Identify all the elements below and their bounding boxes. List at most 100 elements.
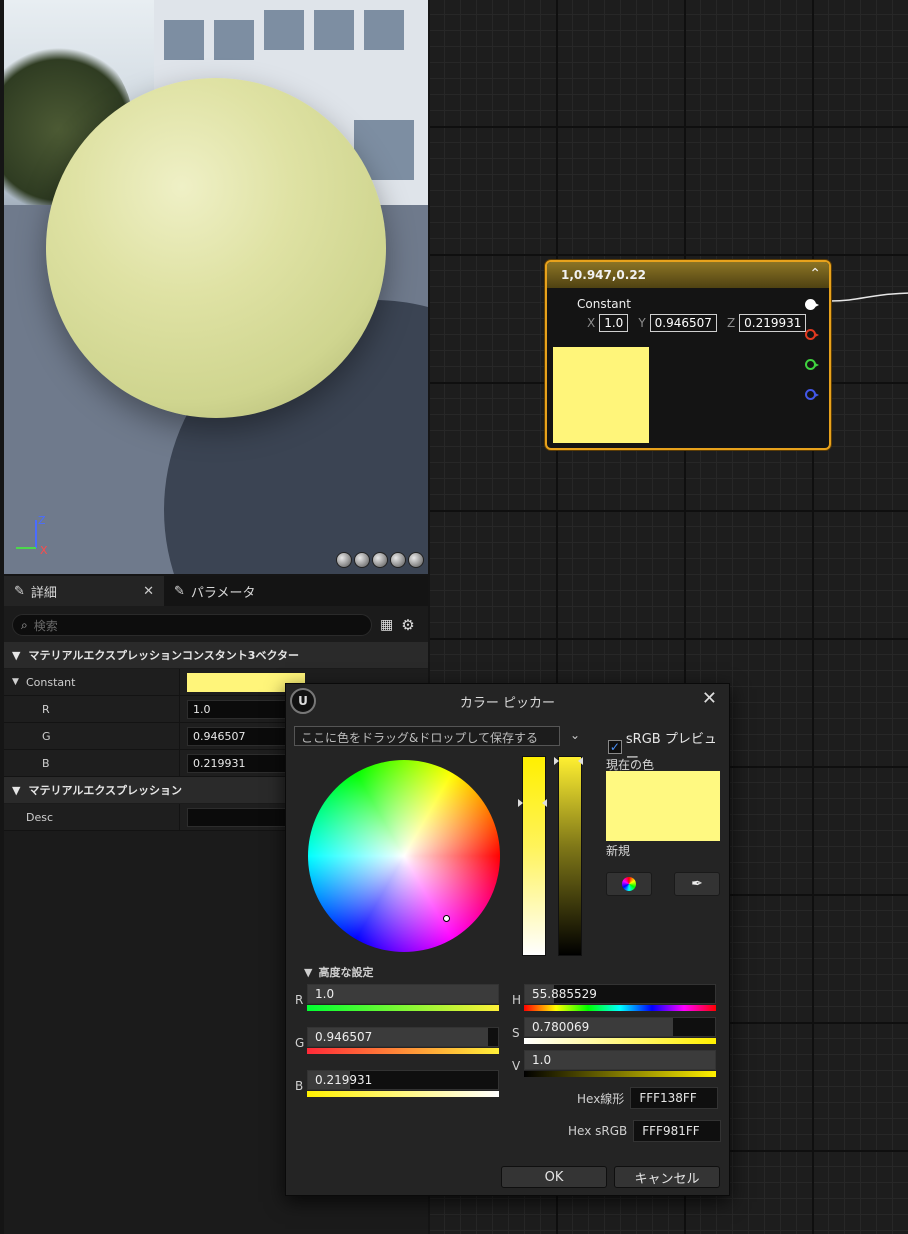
- details-tabs: ✎ 詳細 ✕ ✎ パラメータ: [4, 576, 428, 606]
- v-slider-gradient: [524, 1071, 716, 1077]
- value-marker-right[interactable]: [578, 757, 583, 765]
- r-slider-gradient: [307, 1005, 499, 1011]
- h-slider-value: 55.885529: [532, 987, 597, 1001]
- pencil-icon: ✎: [14, 583, 25, 599]
- v-slider-fill: [525, 1051, 715, 1069]
- g-slider-label: G: [295, 1036, 305, 1050]
- node-xyz-values: X 1.0 Y 0.946507 Z 0.219931: [587, 314, 812, 332]
- s-slider[interactable]: S 0.780069: [512, 1017, 716, 1045]
- node-color-preview: [553, 347, 649, 443]
- tab-parameters-label: パラメータ: [190, 585, 256, 601]
- tab-parameters[interactable]: ✎ パラメータ: [164, 576, 324, 606]
- z-value[interactable]: 0.219931: [739, 314, 807, 332]
- s-slider-field[interactable]: 0.780069: [524, 1017, 716, 1037]
- b-label: B: [42, 757, 50, 770]
- pencil-icon: ✎: [174, 583, 185, 599]
- checkbox-check-icon[interactable]: ✓: [608, 740, 622, 754]
- saturation-marker-left[interactable]: [518, 799, 523, 807]
- chevron-down-icon: ▼: [12, 783, 21, 797]
- value-marker-left[interactable]: [554, 757, 559, 765]
- b-slider-field[interactable]: 0.219931: [307, 1070, 499, 1090]
- preview-viewport[interactable]: Z X: [4, 0, 428, 574]
- chevron-down-icon: ▼: [304, 965, 313, 979]
- desc-field[interactable]: [187, 808, 287, 827]
- r-value-field[interactable]: 1.0: [187, 700, 287, 719]
- preview-sphere: [46, 78, 386, 418]
- b-pin[interactable]: [805, 389, 819, 400]
- collapse-icon[interactable]: ⌃: [809, 266, 821, 282]
- saturation-marker-right[interactable]: [542, 799, 547, 807]
- g-pin[interactable]: [805, 359, 819, 370]
- cylinder-icon[interactable]: [336, 552, 352, 568]
- advanced-settings-toggle[interactable]: ▼ 高度な設定: [304, 964, 373, 980]
- r-slider-value: 1.0: [315, 987, 335, 1001]
- current-color-swatch: [606, 771, 720, 841]
- teapot-icon[interactable]: [408, 552, 424, 568]
- hex-srgb-field[interactable]: FFF981FF: [633, 1120, 722, 1142]
- color-picker-dialog: U カラー ピッカー ✕ ここに色をドラッグ&ドロップして保存する ⌄ ✓ sR…: [285, 683, 730, 1196]
- s-slider-gradient: [524, 1038, 716, 1044]
- v-slider-label: V: [512, 1059, 521, 1073]
- table-view-icon[interactable]: ▦: [380, 617, 393, 633]
- plane-icon[interactable]: [372, 552, 388, 568]
- desc-label: Desc: [26, 811, 54, 824]
- b-slider[interactable]: B 0.219931: [295, 1070, 499, 1098]
- r-slider-label: R: [295, 993, 304, 1007]
- chevron-down-icon: ▼: [12, 648, 21, 662]
- preview-shape-buttons: [336, 552, 424, 568]
- cancel-button[interactable]: キャンセル: [614, 1166, 720, 1188]
- s-slider-label: S: [512, 1026, 520, 1040]
- section-constant3vector[interactable]: ▼ マテリアルエクスプレッションコンスタント3ベクター: [4, 642, 428, 668]
- hex-linear-row: Hex線形 FFF138FF: [577, 1087, 719, 1109]
- chevron-down-icon[interactable]: ⌄: [570, 728, 580, 742]
- saturation-bar[interactable]: [522, 756, 546, 956]
- color-wheel-icon: [622, 877, 636, 891]
- y-label: Y: [638, 316, 646, 330]
- ok-button[interactable]: OK: [501, 1166, 607, 1188]
- hex-srgb-row: Hex sRGB FFF981FF: [568, 1120, 722, 1142]
- axis-gizmo-icon: Z X: [16, 514, 48, 557]
- constant3vector-node[interactable]: 1,0.947,0.22 ⌃ Constant X 1.0 Y 0.946507…: [545, 260, 831, 450]
- v-slider-value: 1.0: [532, 1053, 552, 1067]
- color-wheel-cursor[interactable]: [443, 915, 450, 922]
- value-bar[interactable]: [558, 756, 582, 956]
- new-color-label: 新規: [606, 844, 631, 858]
- x-value[interactable]: 1.0: [599, 314, 629, 332]
- g-slider-field[interactable]: 0.946507: [307, 1027, 499, 1047]
- close-icon[interactable]: ✕: [702, 688, 717, 709]
- color-picker-title: カラー ピッカー: [459, 695, 556, 711]
- eyedropper-icon: ✒: [691, 876, 703, 892]
- h-slider-gradient: [524, 1005, 716, 1011]
- close-icon[interactable]: ✕: [143, 584, 154, 599]
- color-wheel[interactable]: [308, 760, 500, 952]
- gear-icon[interactable]: ⚙: [401, 616, 414, 634]
- output-pin[interactable]: [805, 299, 819, 310]
- chevron-down-icon[interactable]: ▼: [12, 677, 19, 687]
- section-material-expression-title: マテリアルエクスプレッション: [28, 784, 183, 797]
- g-value-field[interactable]: 0.946507: [187, 727, 287, 746]
- advanced-settings-label: 高度な設定: [318, 966, 374, 979]
- cube-icon[interactable]: [390, 552, 406, 568]
- h-slider[interactable]: H 55.885529: [512, 984, 716, 1012]
- eyedropper-button[interactable]: ✒: [674, 872, 720, 896]
- h-slider-label: H: [512, 993, 522, 1007]
- hex-linear-field[interactable]: FFF138FF: [630, 1087, 719, 1109]
- g-slider-value: 0.946507: [315, 1030, 373, 1044]
- y-value[interactable]: 0.946507: [649, 314, 717, 332]
- r-slider-field[interactable]: 1.0: [307, 984, 499, 1004]
- b-value-field[interactable]: 0.219931: [187, 754, 287, 773]
- svg-text:Z: Z: [38, 514, 46, 527]
- color-drop-area[interactable]: ここに色をドラッグ&ドロップして保存する: [294, 726, 560, 746]
- v-slider[interactable]: V 1.0: [512, 1050, 716, 1078]
- color-picker-titlebar[interactable]: U カラー ピッカー ✕: [286, 684, 729, 718]
- v-slider-field[interactable]: 1.0: [524, 1050, 716, 1070]
- sphere-icon[interactable]: [354, 552, 370, 568]
- color-wheel-button[interactable]: [606, 872, 652, 896]
- r-slider[interactable]: R 1.0: [295, 984, 499, 1012]
- r-label: R: [42, 703, 50, 716]
- search-input[interactable]: ⌕ 検索: [12, 614, 372, 636]
- tab-details[interactable]: ✎ 詳細 ✕: [4, 576, 164, 606]
- r-pin[interactable]: [805, 329, 819, 340]
- g-slider[interactable]: G 0.946507: [295, 1027, 499, 1055]
- h-slider-field[interactable]: 55.885529: [524, 984, 716, 1004]
